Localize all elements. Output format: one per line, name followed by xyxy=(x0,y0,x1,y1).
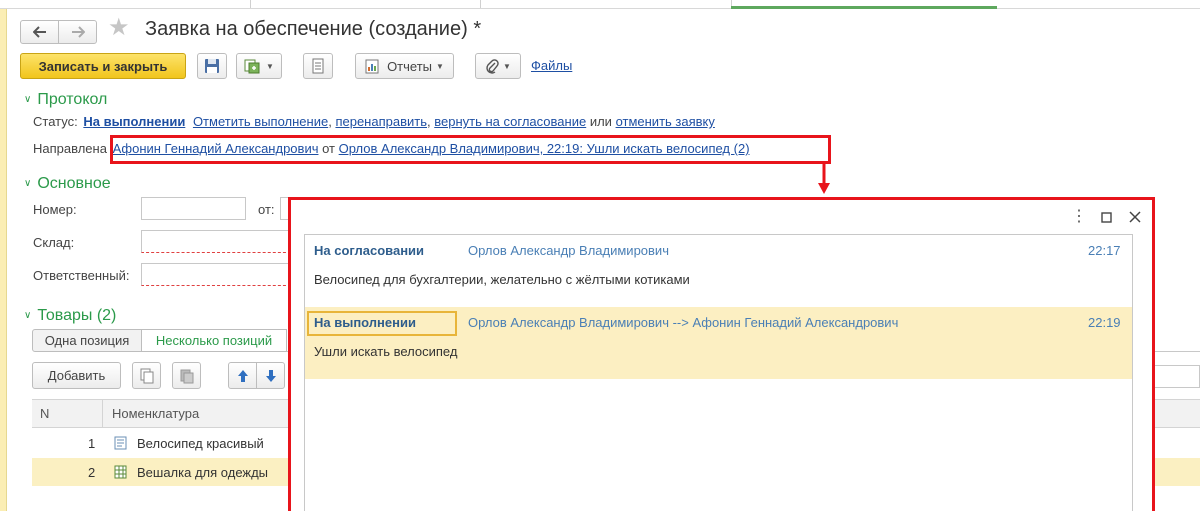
move-up-button[interactable] xyxy=(228,362,257,389)
row-name: Вешалка для одежды xyxy=(137,465,269,480)
create-based-icon xyxy=(244,59,260,74)
tab-single-position[interactable]: Одна позиция xyxy=(32,329,142,352)
report-icon xyxy=(365,59,379,74)
table-search-input[interactable] xyxy=(1152,365,1200,388)
maximize-icon[interactable] xyxy=(1101,212,1112,223)
files-link[interactable]: Файлы xyxy=(531,58,572,73)
arrow-down-icon xyxy=(265,369,276,382)
floppy-disk-icon xyxy=(205,59,219,73)
main-section-title: Основное xyxy=(37,175,111,192)
main-section-header[interactable]: ∨ Основное xyxy=(24,175,111,193)
message-time: 22:17 xyxy=(1088,243,1121,258)
move-down-button[interactable] xyxy=(256,362,285,389)
save-button[interactable] xyxy=(197,53,227,79)
reports-label: Отчеты xyxy=(387,58,432,74)
back-button[interactable] xyxy=(20,20,59,44)
goods-section-title: Товары (2) xyxy=(37,307,117,324)
add-button[interactable]: Добавить xyxy=(32,362,121,389)
row-name: Велосипед красивый xyxy=(137,436,264,451)
message-status: На согласовании xyxy=(314,243,425,258)
tab-separator xyxy=(480,0,481,8)
message-time: 22:19 xyxy=(1088,315,1121,330)
highlight-frame xyxy=(110,135,831,164)
chevron-down-icon: ▼ xyxy=(503,61,511,71)
paste-button[interactable] xyxy=(172,362,201,389)
row-number: 1 xyxy=(88,436,96,451)
chevron-down-icon: ∨ xyxy=(24,310,32,321)
column-header-nomenclature[interactable]: Номенклатура xyxy=(112,406,199,421)
message-text: Велосипед для бухгалтерии, желательно с … xyxy=(314,272,690,287)
paperclip-icon xyxy=(486,59,499,74)
attach-button[interactable]: ▼ xyxy=(475,53,521,79)
page-title: Заявка на обеспечение (создание) * xyxy=(145,18,482,40)
favorite-star-icon[interactable]: ★ xyxy=(108,16,130,40)
date-from-label: от: xyxy=(258,202,275,217)
save-and-close-button[interactable]: Записать и закрыть xyxy=(20,53,186,79)
return-link[interactable]: вернуть на согласование xyxy=(434,114,586,129)
paste-icon xyxy=(180,369,193,383)
chevron-down-icon: ▼ xyxy=(266,61,274,71)
cancel-request-link[interactable]: отменить заявку xyxy=(616,114,715,129)
chevron-down-icon: ∨ xyxy=(24,94,32,105)
tab-separator xyxy=(250,0,251,8)
column-header-n[interactable]: N xyxy=(40,406,49,421)
message-list: На согласовании Орлов Александр Владимир… xyxy=(304,234,1133,511)
message-text: Ушли искать велосипед xyxy=(314,344,458,359)
message-author: Орлов Александр Владимирович --> Афонин … xyxy=(468,315,899,330)
create-based-on-button[interactable]: ▼ xyxy=(236,53,282,79)
redirect-link[interactable]: перенаправить xyxy=(335,114,427,129)
reports-button[interactable]: Отчеты ▼ xyxy=(355,53,454,79)
copy-icon xyxy=(140,368,153,383)
focused-cell-frame xyxy=(307,311,457,336)
arrow-left-icon xyxy=(32,26,46,38)
chevron-down-icon: ▼ xyxy=(436,61,444,71)
chevron-down-icon: ∨ xyxy=(24,178,32,189)
column-divider xyxy=(102,400,103,428)
message-author: Орлов Александр Владимирович xyxy=(468,243,669,258)
tab-active[interactable] xyxy=(731,0,997,9)
status-label: Статус: xyxy=(33,114,78,129)
protocol-section-header[interactable]: ∨ Протокол xyxy=(24,91,107,109)
arrow-up-icon xyxy=(237,369,248,382)
status-value-link[interactable]: На выполнении xyxy=(83,114,185,129)
mark-done-link[interactable]: Отметить выполнение xyxy=(193,114,328,129)
warehouse-input[interactable] xyxy=(141,230,291,253)
document-list-button[interactable] xyxy=(303,53,333,79)
close-icon[interactable] xyxy=(1129,211,1141,223)
number-input[interactable] xyxy=(141,197,246,220)
directed-label: Направлена xyxy=(33,141,107,156)
left-panel-edge xyxy=(0,9,7,511)
copy-button[interactable] xyxy=(132,362,161,389)
responsible-label: Ответственный: xyxy=(33,268,130,283)
row-number: 2 xyxy=(88,465,96,480)
number-label: Номер: xyxy=(33,202,77,217)
tab-strip xyxy=(0,0,1200,9)
item-table-icon xyxy=(114,465,127,479)
red-arrow-down-icon xyxy=(818,163,830,194)
tab-multiple-positions[interactable]: Несколько позиций xyxy=(141,329,287,352)
more-vertical-icon[interactable]: ⋮ xyxy=(1071,209,1087,225)
item-card-icon xyxy=(114,436,127,450)
protocol-section-title: Протокол xyxy=(37,91,108,108)
history-popup: ⋮ На согласовании Орлов Александр Владим… xyxy=(288,197,1155,511)
goods-section-header[interactable]: ∨ Товары (2) xyxy=(24,307,116,325)
list-icon xyxy=(312,58,324,74)
warehouse-label: Склад: xyxy=(33,235,75,250)
list-item[interactable]: На согласовании Орлов Александр Владимир… xyxy=(305,235,1132,307)
or-word: или xyxy=(589,114,612,129)
arrow-right-icon xyxy=(71,26,85,38)
status-line: Статус: На выполнении Отметить выполнени… xyxy=(33,114,715,129)
responsible-input[interactable] xyxy=(141,263,291,286)
forward-button[interactable] xyxy=(58,20,97,44)
